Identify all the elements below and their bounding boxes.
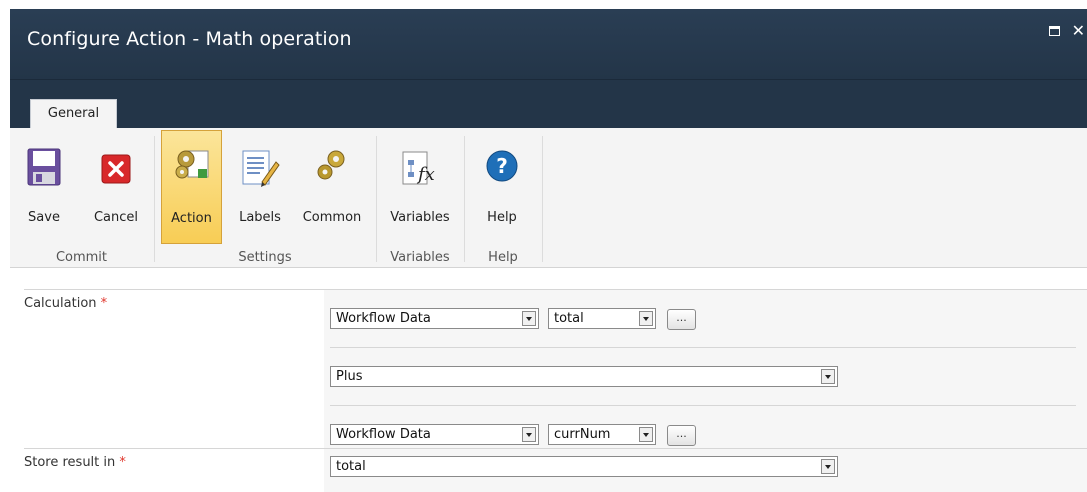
action-label: Action: [171, 211, 212, 226]
common-button[interactable]: Common: [294, 136, 370, 236]
help-label: Help: [487, 210, 517, 225]
chevron-down-icon[interactable]: [522, 427, 536, 442]
form-divider: [330, 347, 1076, 348]
cancel-icon: [101, 154, 131, 184]
group-label-settings: Settings: [238, 250, 292, 265]
ribbon-group-settings: Action Labels Common Settings: [156, 130, 374, 266]
ribbon: Save Cancel Commit Action Labels Common …: [10, 128, 1087, 268]
common-gears-icon: [314, 148, 350, 184]
help-icon: ?: [486, 150, 518, 182]
chevron-down-icon[interactable]: [522, 311, 536, 326]
common-label: Common: [302, 210, 362, 225]
operand2-value-select[interactable]: currNum: [548, 424, 656, 445]
svg-text:fx: fx: [416, 164, 435, 185]
chevron-down-icon[interactable]: [821, 459, 835, 474]
configure-action-dialog: Configure Action - Math operation ✕ Gene…: [10, 9, 1087, 492]
help-button[interactable]: ? Help: [474, 136, 530, 236]
cancel-button[interactable]: Cancel: [82, 136, 150, 236]
required-marker: *: [119, 455, 126, 470]
group-label-variables: Variables: [390, 250, 450, 265]
group-label-help: Help: [488, 250, 518, 265]
operand1-ellipsis-button[interactable]: ...: [667, 309, 696, 330]
chevron-down-icon[interactable]: [639, 427, 653, 442]
close-icon[interactable]: ✕: [1072, 21, 1085, 40]
save-button[interactable]: Save: [14, 136, 74, 236]
store-result-label: Store result in *: [24, 455, 126, 470]
ribbon-group-help: ? Help Help: [466, 136, 540, 266]
operator-select[interactable]: Plus: [330, 366, 838, 387]
cancel-label: Cancel: [93, 210, 139, 225]
operand1-source-select[interactable]: Workflow Data: [330, 308, 539, 329]
calculation-label: Calculation *: [24, 296, 108, 311]
form-divider: [330, 405, 1076, 406]
title-bar: Configure Action - Math operation ✕: [10, 9, 1087, 80]
chevron-down-icon[interactable]: [639, 311, 653, 326]
operand2-ellipsis-button[interactable]: ...: [667, 425, 696, 446]
ribbon-divider: [542, 136, 543, 262]
ribbon-divider: [154, 136, 155, 262]
save-label: Save: [28, 210, 60, 225]
required-marker: *: [100, 296, 108, 311]
action-form: Calculation * Workflow Data total ... Pl…: [10, 269, 1087, 492]
ribbon-divider: [376, 136, 377, 262]
ribbon-group-variables: fx Variables Variables: [378, 136, 462, 266]
group-label-commit: Commit: [55, 250, 108, 265]
chevron-down-icon[interactable]: [821, 369, 835, 384]
tab-strip: General: [10, 80, 1087, 129]
variables-fx-icon: fx: [399, 150, 441, 188]
variables-button[interactable]: fx Variables: [380, 136, 460, 236]
store-result-select[interactable]: total: [330, 456, 838, 477]
svg-text:?: ?: [496, 154, 508, 178]
labels-button[interactable]: Labels: [230, 136, 290, 236]
tab-general[interactable]: General: [30, 99, 117, 129]
labels-icon: [240, 148, 280, 188]
dialog-title: Configure Action - Math operation: [27, 28, 352, 50]
save-icon: [27, 148, 61, 186]
operand1-value-select[interactable]: total: [548, 308, 656, 329]
operand2-source-select[interactable]: Workflow Data: [330, 424, 539, 445]
ribbon-divider: [464, 136, 465, 262]
variables-label: Variables: [390, 210, 450, 225]
labels-label: Labels: [239, 210, 281, 225]
ribbon-group-commit: Save Cancel Commit: [10, 136, 153, 266]
maximize-icon[interactable]: [1049, 26, 1060, 36]
action-button[interactable]: Action: [161, 130, 222, 244]
action-gears-icon: [172, 145, 212, 185]
